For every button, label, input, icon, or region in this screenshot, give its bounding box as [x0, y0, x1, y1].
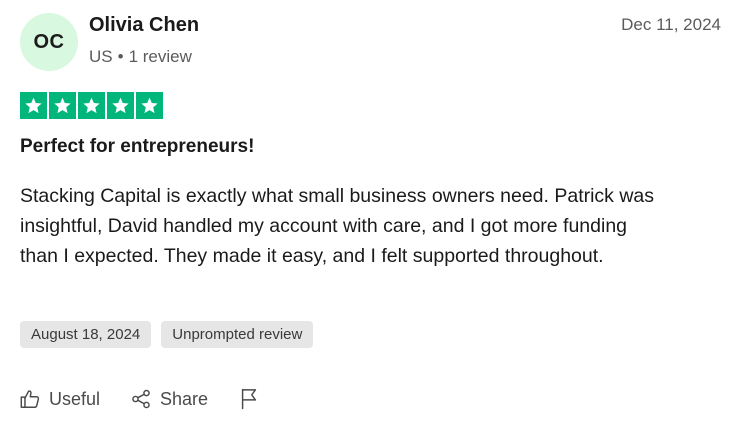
reviewer-meta: US • 1 review — [89, 47, 192, 67]
useful-button[interactable]: Useful — [19, 388, 100, 410]
star-icon — [49, 92, 76, 119]
unprompted-review-tag: Unprompted review — [161, 321, 314, 348]
review-title: Perfect for entrepreneurs! — [20, 136, 255, 157]
star-icon — [78, 92, 105, 119]
flag-icon — [238, 387, 260, 411]
useful-label: Useful — [49, 388, 101, 409]
avatar[interactable]: OC — [20, 13, 78, 71]
share-button[interactable]: Share — [130, 388, 208, 410]
share-label: Share — [160, 388, 209, 409]
meta-separator: • — [117, 47, 124, 66]
reviewer-name[interactable]: Olivia Chen — [89, 14, 199, 37]
star-icon — [136, 92, 163, 119]
thumbs-up-icon — [19, 388, 41, 410]
star-icon — [20, 92, 47, 119]
reviewer-country: US — [89, 47, 113, 66]
star-icon — [107, 92, 134, 119]
review-card: OC Olivia Chen US • 1 review Dec 11, 2024 … — [0, 0, 745, 445]
share-icon — [130, 388, 152, 410]
experience-date-tag: August 18, 2024 — [20, 321, 152, 348]
reviewer-review-count: 1 review — [128, 47, 192, 66]
review-body: Stacking Capital is exactly what small b… — [20, 185, 655, 267]
review-tags: August 18, 2024 Unprompted review — [20, 321, 314, 348]
review-actions: Useful Share — [19, 387, 260, 411]
report-button[interactable] — [238, 387, 260, 411]
star-rating — [20, 92, 163, 119]
review-date: Dec 11, 2024 — [621, 15, 721, 34]
